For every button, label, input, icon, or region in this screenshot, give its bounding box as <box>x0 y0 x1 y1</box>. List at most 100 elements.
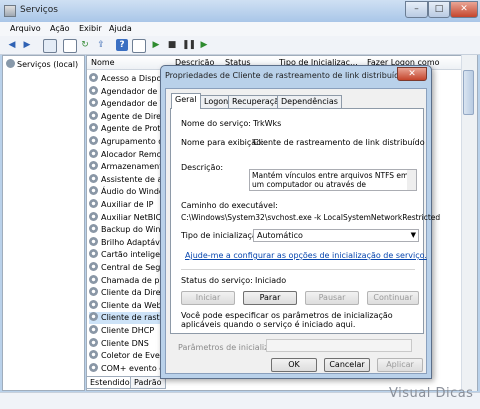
list-item[interactable]: Agendador de Ta <box>89 98 168 110</box>
tree-item-label: Serviços (local) <box>17 60 79 69</box>
service-gear-icon <box>89 249 98 259</box>
title-bar: Serviços – □ ✕ <box>0 0 480 22</box>
tab-geral[interactable]: Geral <box>171 93 201 109</box>
service-gear-icon <box>89 85 98 95</box>
menu-arquivo[interactable]: Arquivo <box>10 24 41 33</box>
list-item[interactable]: Cliente da Diretiv <box>89 287 171 299</box>
service-name: Brilho Adaptável <box>101 237 168 247</box>
cancel-button[interactable]: Cancelar <box>324 358 370 372</box>
help-icon[interactable]: ? <box>116 39 128 51</box>
properties-view-icon[interactable] <box>63 39 77 53</box>
service-status-label: Status do serviço: <box>181 276 253 285</box>
menu-acao[interactable]: Ação <box>50 24 70 33</box>
list-item[interactable]: Backup do Windo <box>89 224 170 236</box>
list-item[interactable]: Brilho Adaptável <box>89 236 168 249</box>
chevron-down-icon: ▼ <box>410 231 416 239</box>
service-gear-icon <box>89 123 98 133</box>
tab-dependencias[interactable]: Dependências <box>277 95 342 108</box>
description-label: Descrição: <box>181 163 224 172</box>
service-gear-icon <box>89 161 98 171</box>
tab-estendido[interactable]: Estendido <box>86 376 134 389</box>
service-gear-icon <box>89 312 98 322</box>
startup-help-link[interactable]: Ajude-me a configurar as opções de inici… <box>185 251 427 260</box>
dialog-close-button[interactable]: ✕ <box>397 67 427 81</box>
list-item[interactable]: Cliente DHCP <box>89 325 154 337</box>
params-input[interactable] <box>266 339 412 352</box>
toolbar: ◀ ▶ ↻ ⇪ ? ▶ ■ ❚❚ ▶ <box>0 36 480 55</box>
list-item[interactable]: Auxiliar de IP <box>89 199 153 211</box>
service-name: Armazenamento <box>101 162 168 172</box>
dialog-body: Geral Logon Recuperação Dependências Nom… <box>165 88 440 374</box>
scrollbar-thumb[interactable] <box>463 70 474 115</box>
start-button[interactable]: Iniciar <box>181 291 235 305</box>
service-gear-icon <box>89 136 98 145</box>
general-tab-panel: Nome do serviço: TrkWks Nome para exibiç… <box>170 108 440 334</box>
service-gear-icon <box>89 73 98 82</box>
apply-button[interactable]: Aplicar <box>377 358 423 372</box>
list-item[interactable]: Armazenamento <box>89 161 167 173</box>
list-item[interactable]: Cliente da Web <box>89 299 162 312</box>
console-icon[interactable] <box>132 39 146 53</box>
export-icon[interactable]: ⇪ <box>95 39 107 51</box>
divider <box>181 269 415 270</box>
list-item[interactable]: Agente de Diretiv <box>89 110 171 123</box>
console-tree: Serviços (local) <box>2 55 85 391</box>
exe-path-label: Caminho do executável: <box>181 201 278 210</box>
tree-item-services-local[interactable]: Serviços (local) <box>6 59 78 69</box>
menu-bar: Arquivo Ação Exibir Ajuda <box>0 22 480 37</box>
service-gear-icon <box>89 98 98 108</box>
service-gear-icon <box>89 110 98 120</box>
display-name-label: Nome para exibição: <box>181 138 264 147</box>
minimize-button[interactable]: – <box>405 1 428 18</box>
list-item[interactable]: Agrupamento de <box>89 136 168 148</box>
service-gear-icon <box>89 299 98 309</box>
pause-button[interactable]: Pausar <box>305 291 359 305</box>
menu-exibir[interactable]: Exibir <box>79 24 102 33</box>
service-gear-icon <box>89 362 98 372</box>
forward-icon[interactable]: ▶ <box>21 39 33 51</box>
maximize-button[interactable]: □ <box>428 1 450 18</box>
list-item[interactable]: Áudio do Window <box>89 186 170 198</box>
stop-button[interactable]: Parar <box>243 291 297 305</box>
list-item[interactable]: Acesso a Disposit <box>89 73 171 85</box>
list-item[interactable]: Cliente DNS <box>89 337 149 350</box>
menu-ajuda[interactable]: Ajuda <box>109 24 132 33</box>
list-item[interactable]: Agente de Proteç <box>89 123 170 135</box>
service-gear-icon <box>89 325 98 334</box>
service-name: Auxiliar de IP <box>101 200 154 209</box>
service-name: Cliente DNS <box>101 338 149 348</box>
show-tree-icon[interactable] <box>43 39 57 53</box>
watermark: Visual Dicas <box>389 386 474 401</box>
ok-button[interactable]: OK <box>271 358 317 372</box>
services-app-icon <box>4 5 16 17</box>
service-gear-icon <box>89 287 98 297</box>
service-gear-icon <box>89 274 98 284</box>
window-title: Serviços <box>20 5 58 15</box>
list-item[interactable]: Alocador Remote <box>89 148 170 161</box>
description-scrollbar[interactable] <box>407 170 416 190</box>
service-gear-icon <box>89 211 98 221</box>
service-gear-icon <box>89 236 98 246</box>
service-status-value: Iniciado <box>255 276 287 285</box>
dialog-title: Propriedades de Cliente de rastreamento … <box>165 71 428 80</box>
service-name: COM+ evento do <box>101 363 170 373</box>
startup-type-value: Automático <box>257 231 303 240</box>
stop-service-icon[interactable]: ■ <box>166 39 178 51</box>
startup-type-select[interactable]: Automático ▼ <box>253 229 419 242</box>
service-name: Agrupamento de <box>101 137 169 146</box>
refresh-icon[interactable]: ↻ <box>79 39 91 51</box>
list-item[interactable]: COM+ evento do <box>89 362 170 375</box>
service-name: Cliente da Web <box>101 300 162 310</box>
restart-service-icon[interactable]: ▶ <box>198 39 210 51</box>
display-name-value: Cliente de rastreamento de link distribu… <box>253 138 425 147</box>
pause-service-icon[interactable]: ❚❚ <box>182 39 196 51</box>
startup-type-label: Tipo de inicialização: <box>181 231 265 240</box>
start-service-icon[interactable]: ▶ <box>150 39 162 51</box>
service-gear-icon <box>89 199 98 208</box>
close-button[interactable]: ✕ <box>450 1 478 18</box>
column-header-name[interactable]: Nome <box>91 58 115 67</box>
continue-button[interactable]: Continuar <box>367 291 419 305</box>
description-textbox[interactable]: Mantém vínculos entre arquivos NTFS em u… <box>249 169 417 191</box>
back-icon[interactable]: ◀ <box>6 39 18 51</box>
service-gear-icon <box>89 350 98 360</box>
